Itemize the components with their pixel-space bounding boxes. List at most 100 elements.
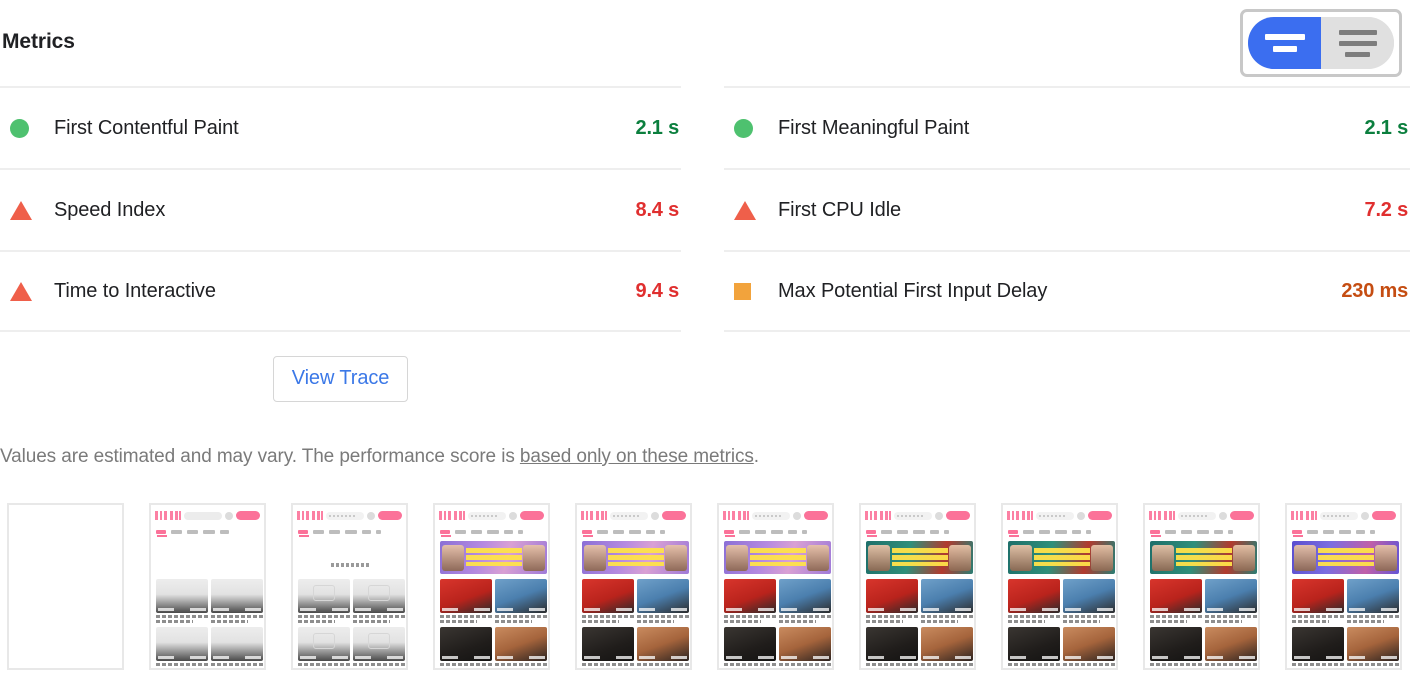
mini-caption	[211, 615, 263, 623]
mini-hero-banner	[724, 541, 831, 574]
mini-search-field	[184, 511, 222, 520]
frame-screenshot	[293, 505, 406, 668]
metric-row[interactable]: First Contentful Paint 2.1 s	[0, 86, 681, 168]
toggle-bar-icon	[1272, 46, 1297, 52]
mini-nav-tab	[345, 529, 357, 534]
mini-app-button	[378, 511, 402, 520]
mini-caption	[211, 663, 263, 668]
metric-label: First Contentful Paint	[54, 116, 239, 139]
mini-topbar	[435, 508, 548, 523]
page-title: Metrics	[2, 30, 75, 53]
toggle-track[interactable]	[1248, 17, 1394, 69]
mini-search-field	[326, 511, 364, 520]
toggle-option-expanded[interactable]	[1321, 17, 1394, 69]
mini-nav	[151, 526, 264, 537]
mini-card-grid	[156, 579, 263, 668]
mini-caption	[298, 615, 350, 623]
mini-thumb	[298, 579, 350, 613]
bilibili-logo-icon	[155, 511, 181, 520]
filmstrip-frame[interactable]	[575, 503, 692, 670]
metric-row[interactable]: Speed Index 8.4 s	[0, 168, 681, 250]
mini-nav-underline	[441, 535, 451, 537]
mini-caption	[156, 663, 208, 668]
frame-screenshot	[577, 505, 690, 668]
filmstrip-frame[interactable]	[291, 503, 408, 670]
frame-screenshot	[435, 505, 548, 668]
mini-card	[298, 579, 350, 623]
mini-nav	[293, 526, 406, 537]
mini-nav-tab	[156, 529, 166, 534]
mini-thumb-meta	[300, 608, 348, 611]
mini-caption	[353, 663, 405, 668]
filmstrip-frame[interactable]	[859, 503, 976, 670]
mini-nav-tab	[187, 529, 198, 534]
mini-card	[353, 627, 405, 668]
pass-circle-icon	[734, 118, 753, 138]
metric-label: Speed Index	[54, 198, 166, 221]
mini-nav	[435, 526, 548, 537]
bilibili-logo-icon	[865, 511, 891, 520]
mini-card	[211, 579, 263, 623]
metric-row[interactable]: Time to Interactive 9.4 s	[0, 250, 681, 332]
mini-app-button	[520, 511, 544, 520]
metric-label: First CPU Idle	[778, 198, 902, 221]
mini-topbar	[151, 508, 264, 523]
filmstrip-frame[interactable]	[149, 503, 266, 670]
view-trace-button[interactable]: View Trace	[272, 356, 409, 402]
mini-thumb-meta	[355, 656, 403, 659]
metric-status-icon-cell	[724, 200, 778, 220]
mini-nav-tab	[298, 529, 308, 534]
mini-hero-banner	[866, 541, 973, 574]
mini-nav-more-icon	[376, 529, 381, 534]
mini-hero-banner	[1150, 541, 1257, 574]
mini-card	[156, 579, 208, 623]
mini-nav-tab	[171, 529, 182, 534]
mini-hero-banner	[440, 541, 547, 574]
metric-status-icon-cell	[0, 200, 54, 220]
bilibili-logo-icon	[1291, 511, 1317, 520]
fail-triangle-icon	[10, 281, 32, 301]
toggle-bar-icon	[1338, 29, 1377, 35]
metrics-view-toggle[interactable]	[1240, 9, 1402, 77]
filmstrip-frame[interactable]	[1285, 503, 1402, 670]
metric-value: 9.4 s	[635, 279, 680, 302]
mini-thumb-meta	[300, 656, 348, 659]
mini-card-grid	[1150, 579, 1257, 668]
filmstrip-frame[interactable]	[1143, 503, 1260, 670]
mini-thumb	[156, 579, 208, 613]
mini-nav-tab	[313, 529, 324, 534]
frame-screenshot	[1287, 505, 1400, 668]
toggle-option-simple[interactable]	[1248, 17, 1321, 69]
mini-card	[156, 627, 208, 668]
mini-card-grid	[440, 579, 547, 668]
metric-value: 7.2 s	[1364, 198, 1409, 221]
mini-nav-tab	[203, 529, 215, 534]
metric-row[interactable]: First CPU Idle 7.2 s	[724, 168, 1410, 250]
bilibili-logo-icon	[439, 511, 465, 520]
footnote-text-after: .	[753, 446, 759, 467]
mini-hero-banner	[582, 541, 689, 574]
filmstrip-frame[interactable]	[1001, 503, 1118, 670]
mini-avatar-icon	[367, 511, 375, 520]
metric-status-icon-cell	[0, 118, 54, 138]
mini-card-grid	[724, 579, 831, 668]
footnote-link[interactable]: based only on these metrics	[520, 446, 754, 467]
lighthouse-metrics-panel: Metrics First Contentful Paint 2.1 s Spe…	[0, 0, 1410, 682]
mini-card-grid	[1008, 579, 1115, 668]
mini-section-heading	[331, 563, 371, 567]
mini-thumb	[211, 627, 263, 661]
mini-avatar-icon	[509, 511, 517, 520]
mini-app-button	[236, 511, 260, 520]
metrics-column-right: First Meaningful Paint 2.1 s First CPU I…	[724, 86, 1410, 332]
filmstrip-frame[interactable]	[7, 503, 124, 670]
metric-row[interactable]: First Meaningful Paint 2.1 s	[724, 86, 1410, 168]
filmstrip-frame[interactable]	[433, 503, 550, 670]
metric-status-icon-cell	[724, 118, 778, 138]
mini-nav-tab	[329, 529, 340, 534]
metric-label: Time to Interactive	[54, 279, 216, 302]
metrics-columns: First Contentful Paint 2.1 s Speed Index…	[0, 86, 1410, 332]
mini-thumb	[353, 627, 405, 661]
filmstrip-frame[interactable]	[717, 503, 834, 670]
mini-nav-underline	[299, 535, 309, 537]
metric-row[interactable]: Max Potential First Input Delay 230 ms	[724, 250, 1410, 332]
